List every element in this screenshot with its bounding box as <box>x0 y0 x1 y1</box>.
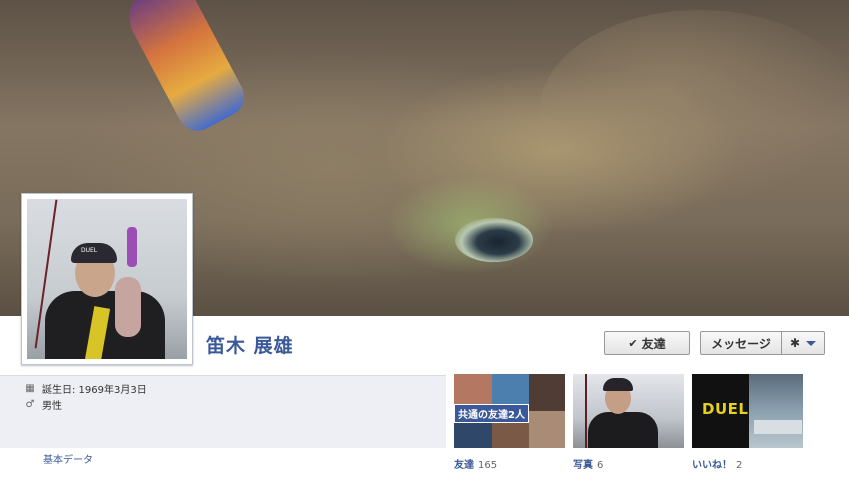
cover-squid-fin <box>540 10 849 210</box>
fishing-rod <box>585 374 587 448</box>
boat <box>754 420 802 434</box>
check-icon: ✔ <box>628 336 638 350</box>
settings-dropdown-button[interactable]: ✱ <box>781 331 825 355</box>
message-button[interactable]: メッセージ <box>700 331 782 355</box>
gender-text: 男性 <box>42 401 62 412</box>
birthday-text: 誕生日: 1969年3月3日 <box>42 385 147 396</box>
friends-tile[interactable]: 共通の友達2人 <box>454 374 565 448</box>
profile-photo: DUEL <box>27 199 187 359</box>
photos-tile-label[interactable]: 写真 6 <box>573 456 603 471</box>
gender-icon: ♂ <box>25 399 35 410</box>
photos-tile[interactable] <box>573 374 684 448</box>
gender-row: ♂ 男性 <box>24 397 62 412</box>
cover-lure <box>118 0 252 138</box>
likes-tile-label[interactable]: いいね！ 2 <box>692 456 742 471</box>
jacket <box>588 412 658 448</box>
photos-count: 6 <box>597 460 604 471</box>
birthday-row: ▦ 誕生日: 1969年3月3日 <box>24 381 147 396</box>
basic-info-link[interactable]: 基本データ <box>43 451 93 466</box>
friend-button-label: 友達 <box>641 336 666 351</box>
likes-label: いいね！ <box>692 460 732 471</box>
about-box: ▦ 誕生日: 1969年3月3日 ♂ 男性 <box>0 375 446 448</box>
harbor-photo <box>749 374 803 448</box>
caret-down-icon <box>806 340 817 346</box>
cover-squid-eye <box>455 218 533 262</box>
likes-tile[interactable]: DUEL <box>692 374 803 448</box>
message-button-label: メッセージ <box>711 336 771 351</box>
profile-name[interactable]: 笛木 展雄 <box>206 331 294 358</box>
calendar-icon: ▦ <box>25 383 35 394</box>
friend-thumb <box>529 374 565 411</box>
mutual-friends-badge[interactable]: 共通の友達2人 <box>454 404 529 423</box>
gear-icon: ✱ <box>789 336 801 350</box>
duel-logo: DUEL <box>702 400 749 418</box>
profile-picture[interactable]: DUEL <box>21 193 193 365</box>
squid <box>115 277 141 337</box>
friends-tile-label[interactable]: 友達 165 <box>454 456 497 471</box>
photos-label: 写真 <box>573 460 593 471</box>
cap-logo: DUEL <box>81 247 98 254</box>
friend-thumb <box>529 411 565 448</box>
friend-button[interactable]: ✔ 友達 <box>604 331 690 355</box>
cap <box>603 378 633 391</box>
friends-label: 友達 <box>454 460 474 471</box>
friends-count: 165 <box>478 460 498 471</box>
likes-count: 2 <box>736 460 743 471</box>
lure <box>127 227 137 267</box>
